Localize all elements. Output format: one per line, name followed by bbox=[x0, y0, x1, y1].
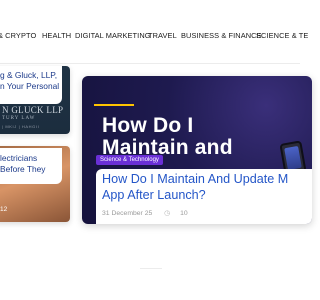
article-title-panel: lectricians Before They bbox=[0, 148, 62, 184]
featured-article-meta: 31 December 25 ◷ 10 bbox=[102, 209, 198, 217]
article-meta: 12 bbox=[0, 206, 8, 213]
nav-item-science[interactable]: SCIENCE & TE bbox=[256, 31, 308, 40]
thumbnail-headline-line1: How Do I bbox=[102, 114, 194, 137]
article-title[interactable]: g & Gluck, LLP, n Your Personal bbox=[0, 70, 62, 91]
nav-item-crypto[interactable]: & CRYPTO bbox=[0, 31, 36, 40]
article-card-electricians[interactable]: lectricians Before They 12 bbox=[0, 146, 70, 222]
featured-title-panel: How Do I Maintain And Update M App After… bbox=[96, 169, 312, 224]
thumbnail-sub-text: TURY LAW bbox=[2, 116, 36, 121]
thumbnail-firm-text: N GLUCK LLP bbox=[2, 105, 64, 115]
article-count: 10 bbox=[180, 210, 188, 217]
article-title-panel: g & Gluck, LLP, n Your Personal bbox=[0, 66, 62, 104]
nav-item-digital-marketing[interactable]: DIGITAL MARKETING bbox=[75, 31, 151, 40]
nav-item-health[interactable]: HEALTH bbox=[42, 31, 71, 40]
clock-icon: ◷ bbox=[164, 210, 171, 217]
category-badge[interactable]: Science & Technology bbox=[96, 155, 163, 165]
top-navigation: & CRYPTO HEALTH DIGITAL MARKETING TRAVEL… bbox=[0, 0, 308, 64]
article-title[interactable]: lectricians Before They bbox=[0, 153, 62, 174]
nav-item-travel[interactable]: TRAVEL bbox=[148, 31, 177, 40]
nav-item-business-finance[interactable]: BUSINESS & FINANCE bbox=[181, 31, 262, 40]
article-card-law[interactable]: N GLUCK LLP TURY LAW | MKIJ | HAHGII g &… bbox=[0, 66, 70, 134]
decorative-bar bbox=[94, 104, 134, 106]
featured-article-card[interactable]: How Do I Maintain and Science & Technolo… bbox=[82, 76, 312, 224]
featured-article-title[interactable]: How Do I Maintain And Update M App After… bbox=[102, 172, 312, 203]
article-date: 31 December 25 bbox=[102, 210, 153, 217]
divider bbox=[140, 268, 162, 269]
thumbnail-sub2-text: | MKIJ | HAHGII bbox=[2, 124, 40, 129]
